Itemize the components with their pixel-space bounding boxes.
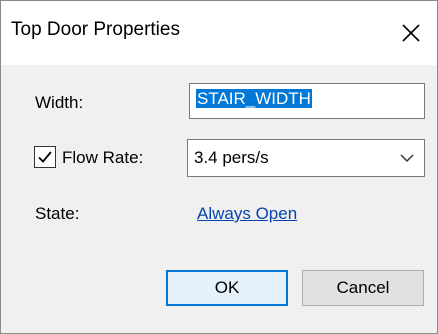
title-bar: Top Door Properties: [1, 1, 437, 65]
cancel-button[interactable]: Cancel: [302, 270, 424, 306]
flow-rate-label: Flow Rate:: [62, 148, 144, 167]
state-label: State:: [35, 204, 80, 223]
door-properties-dialog: Top Door Properties Width: STAIR_WIDTH F…: [0, 0, 438, 334]
width-label: Width:: [35, 93, 84, 112]
width-input[interactable]: STAIR_WIDTH: [189, 83, 425, 119]
ok-button[interactable]: OK: [166, 270, 288, 306]
flow-rate-checkbox[interactable]: [34, 146, 56, 168]
flow-rate-value: 3.4 pers/s: [194, 148, 269, 167]
dialog-title: Top Door Properties: [11, 19, 180, 40]
state-link[interactable]: Always Open: [197, 204, 297, 224]
check-icon: [38, 151, 52, 163]
flow-rate-select[interactable]: 3.4 pers/s: [187, 139, 425, 177]
width-input-value: STAIR_WIDTH: [196, 89, 312, 108]
close-button[interactable]: [385, 1, 437, 65]
close-icon: [402, 24, 420, 42]
chevron-down-icon: [400, 154, 414, 163]
